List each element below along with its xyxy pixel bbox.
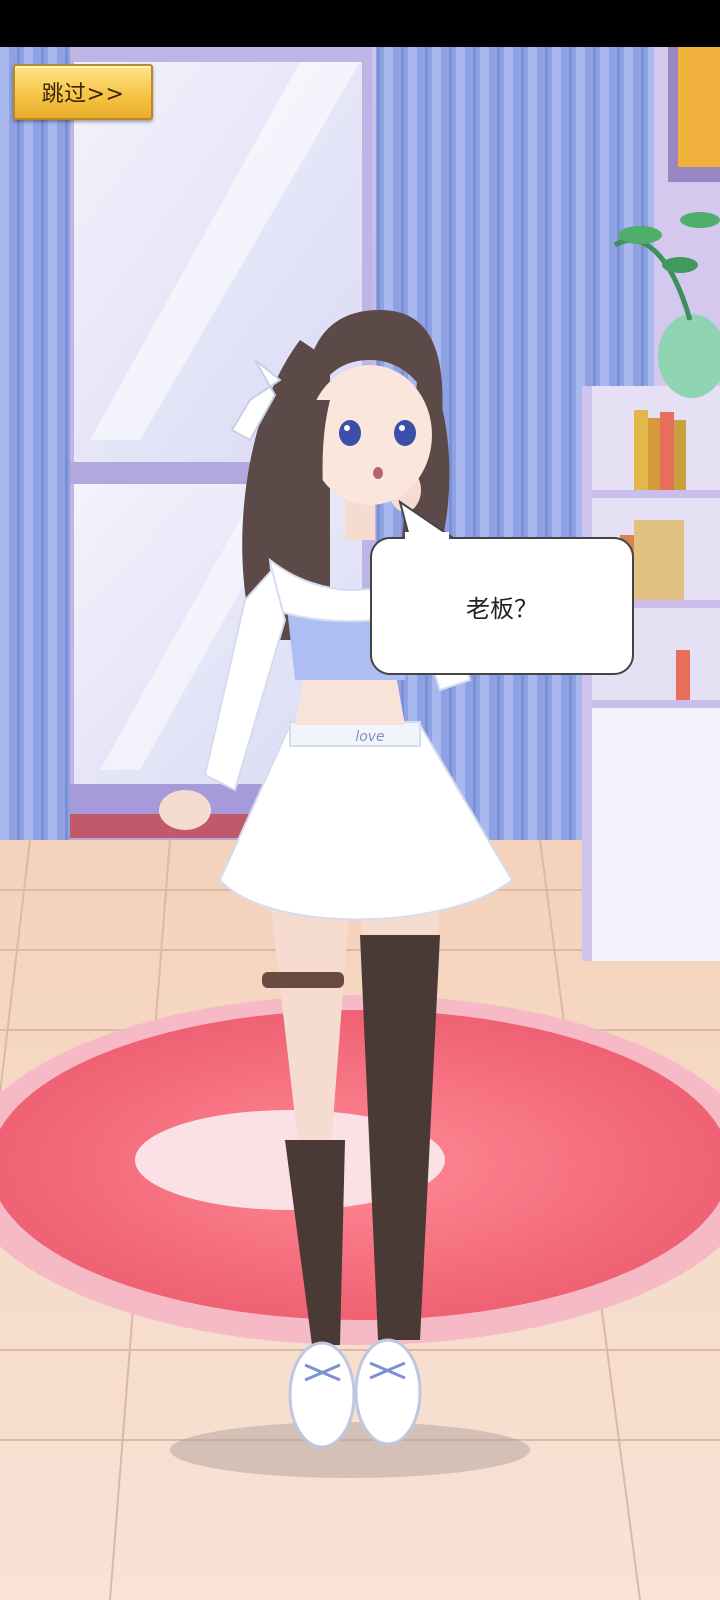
dialogue-text: 老板？ xyxy=(466,594,538,623)
skip-button[interactable]: 跳过>> xyxy=(13,64,153,120)
scene-illustration: love xyxy=(0,47,720,1600)
speech-tail-mask xyxy=(405,532,449,544)
status-bar xyxy=(0,0,720,47)
speech-bubble[interactable]: 老板？ xyxy=(370,537,634,675)
skirt-text: love xyxy=(355,729,384,745)
game-scene[interactable]: love xyxy=(0,47,720,1600)
curtain-left xyxy=(0,47,70,847)
skip-button-label: 跳过>> xyxy=(41,82,125,107)
